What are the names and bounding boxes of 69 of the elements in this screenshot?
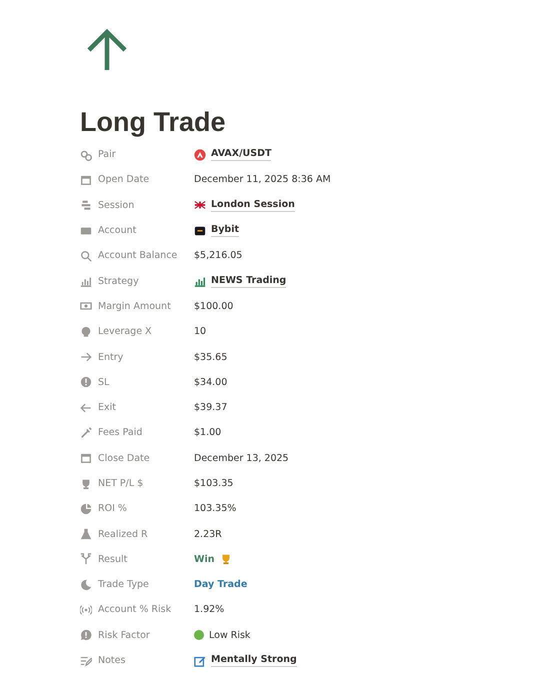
property-label: Trade Type xyxy=(98,579,149,590)
select-value: Win xyxy=(194,554,214,565)
pie-icon xyxy=(80,502,92,515)
avax-logo-icon xyxy=(194,148,206,161)
relation-link[interactable]: Bybit xyxy=(211,224,240,238)
bars-icon xyxy=(80,199,92,212)
search-icon xyxy=(80,250,92,262)
property-label: Open Date xyxy=(98,174,150,186)
property-value: 103.35% xyxy=(194,503,236,514)
property-value: December 13, 2025 xyxy=(194,452,289,464)
property-label: Account % Risk xyxy=(98,604,172,616)
fork-arrow-icon xyxy=(80,553,92,566)
property-label: Strategy xyxy=(98,276,139,287)
property-value: Low Risk xyxy=(209,630,250,641)
trophy-icon xyxy=(80,478,92,490)
trophy-icon xyxy=(220,553,232,566)
speech-alert-icon xyxy=(80,629,92,642)
flask-icon xyxy=(80,528,92,540)
property-value: 2.23R xyxy=(194,528,222,540)
property-value: $1.00 xyxy=(194,427,222,438)
property-label: Pair xyxy=(98,149,116,160)
arrow-left-icon xyxy=(80,402,92,414)
property-label: Notes xyxy=(98,655,126,666)
calendar-icon xyxy=(80,452,92,464)
property-label: Fees Paid xyxy=(98,427,142,438)
chart-icon xyxy=(194,275,206,288)
property-label: Close Date xyxy=(98,452,150,464)
arrow-right-icon xyxy=(80,351,92,364)
property-label: Exit xyxy=(98,402,116,414)
arrow-up-icon xyxy=(85,28,129,72)
property-value: $103.35 xyxy=(194,478,234,489)
property-value: 1.92% xyxy=(194,604,224,616)
chart-icon xyxy=(80,275,92,288)
edit-icon xyxy=(194,654,206,667)
relation-link[interactable]: London Session xyxy=(211,198,295,212)
select-value: Day Trade xyxy=(194,579,248,590)
banknote-icon xyxy=(80,300,92,312)
relation-link[interactable]: AVAX/USDT xyxy=(211,148,272,162)
moon-icon xyxy=(80,578,92,591)
property-value: $34.00 xyxy=(194,376,228,388)
property-label: Leverage X xyxy=(98,326,152,338)
property-label: SL xyxy=(98,376,110,388)
note-pen-icon xyxy=(80,654,92,667)
calendar-icon xyxy=(80,174,92,186)
property-value: $39.37 xyxy=(194,402,228,414)
property-value: $35.65 xyxy=(194,352,228,363)
property-label: Entry xyxy=(98,352,124,363)
property-value: 10 xyxy=(194,326,206,338)
property-label: Realized R xyxy=(98,528,148,540)
alert-icon xyxy=(80,376,92,388)
antenna-icon xyxy=(80,604,92,616)
card-icon xyxy=(80,224,92,237)
property-label: ROI % xyxy=(98,503,127,514)
relation-link[interactable]: Mentally Strong xyxy=(211,654,297,668)
property-value: $5,216.05 xyxy=(194,250,242,262)
syringe-icon xyxy=(80,426,92,439)
property-label: Margin Amount xyxy=(98,300,171,312)
property-label: Account xyxy=(98,225,136,236)
property-label: Risk Factor xyxy=(98,630,150,641)
property-label: Session xyxy=(98,200,134,211)
property-label: Account Balance xyxy=(98,250,178,262)
relation-link[interactable]: NEWS Trading xyxy=(211,274,286,288)
property-label: NET P/L $ xyxy=(98,478,144,489)
property-value: December 11, 2025 8:36 AM xyxy=(194,174,331,186)
link-icon xyxy=(80,148,92,161)
exchange-logo-icon xyxy=(194,224,206,237)
property-value: $100.00 xyxy=(194,300,234,312)
page-title: Long Trade xyxy=(80,106,227,138)
property-label: Result xyxy=(98,554,128,565)
